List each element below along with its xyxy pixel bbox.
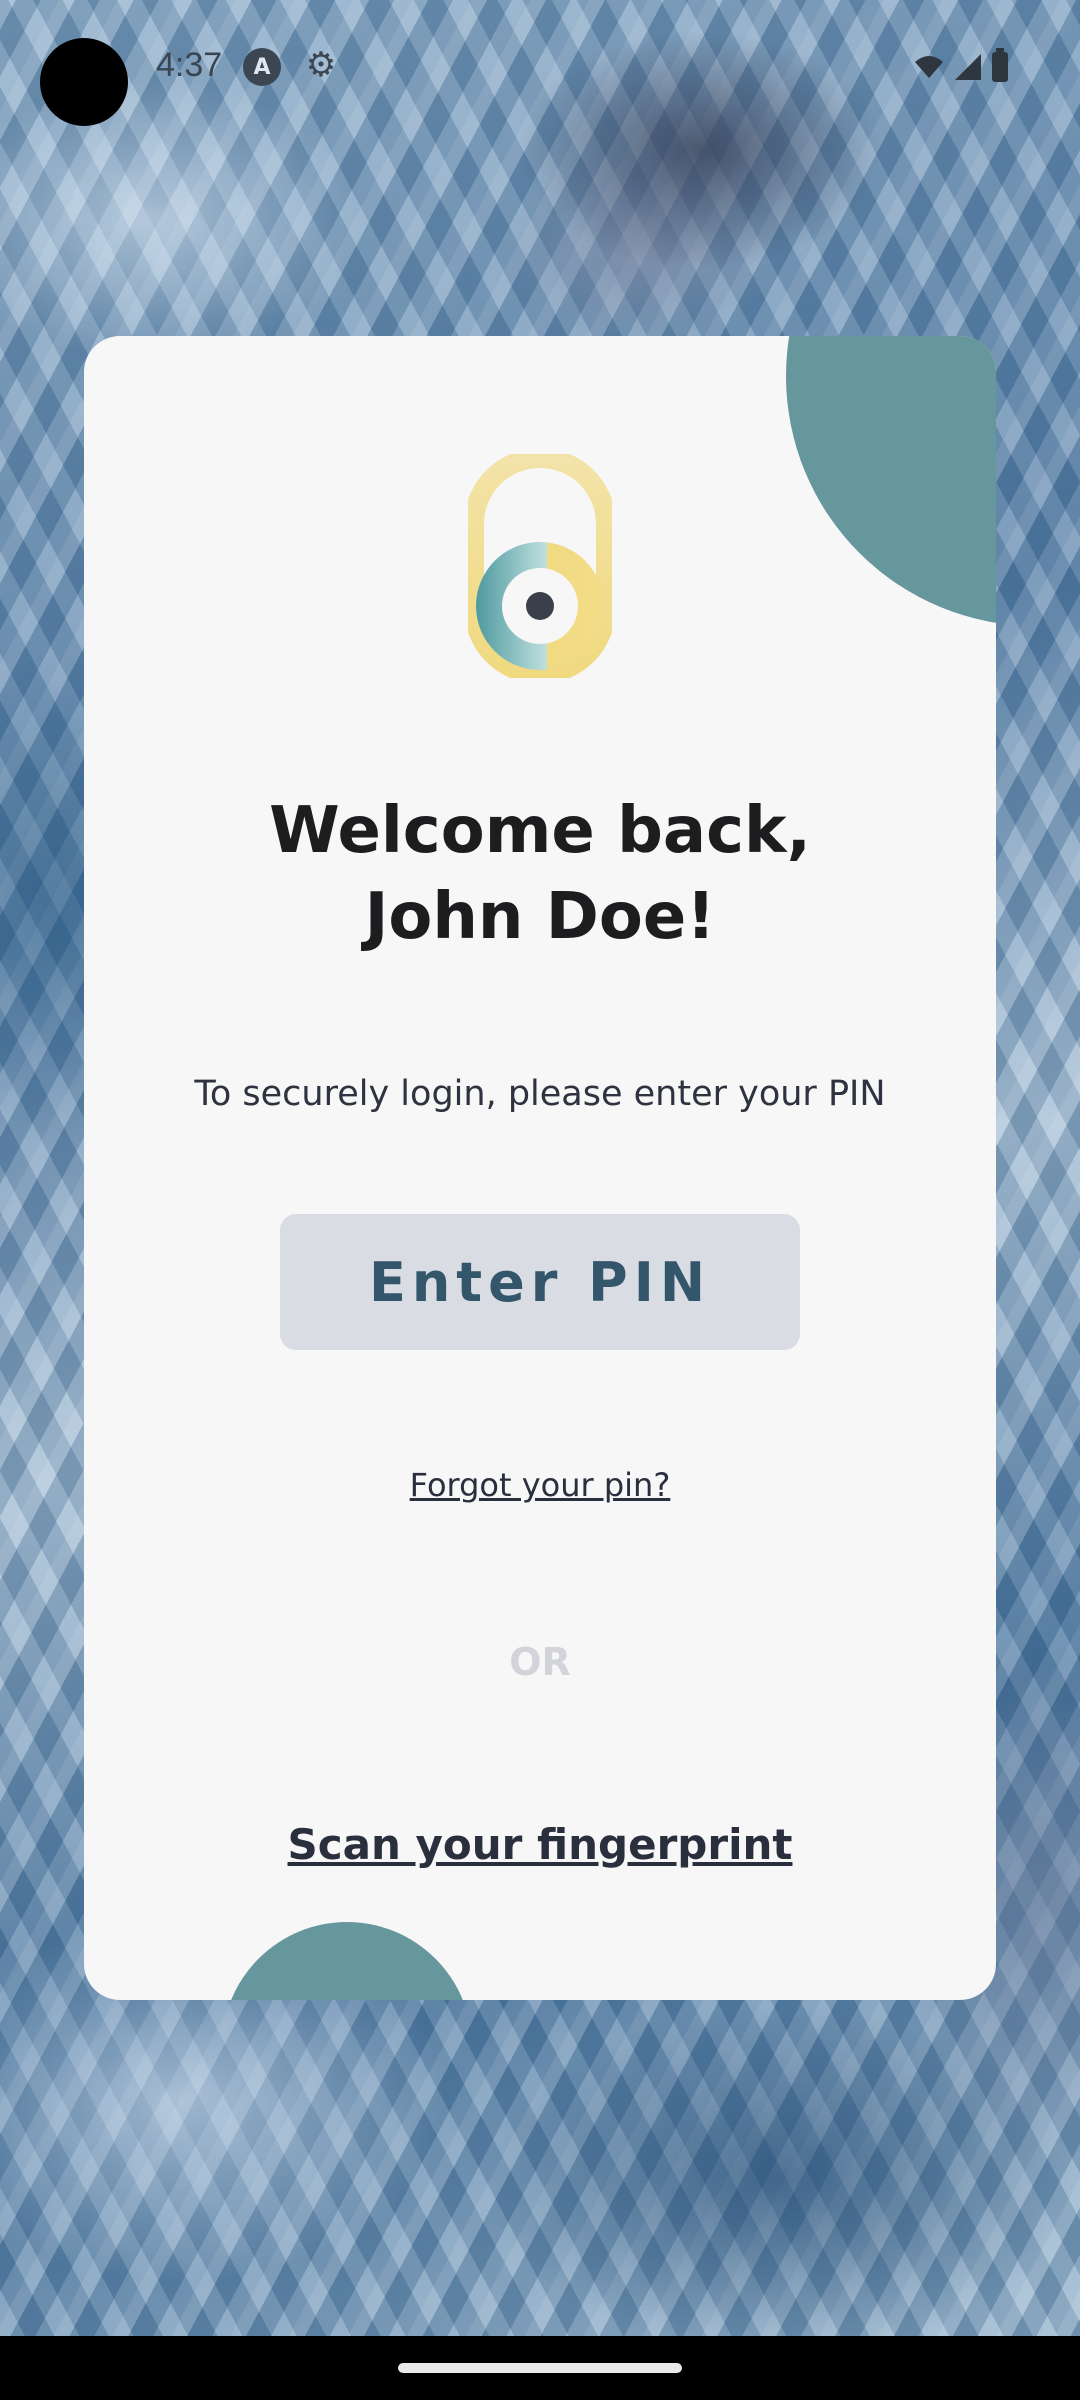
padlock-logo-icon bbox=[468, 454, 612, 678]
gear-icon: ⚙ bbox=[305, 45, 337, 85]
login-instruction: To securely login, please enter your PIN bbox=[194, 1074, 886, 1114]
decorative-blob-top bbox=[786, 336, 996, 626]
enter-pin-button[interactable]: Enter PIN bbox=[280, 1214, 800, 1350]
home-gesture-handle[interactable] bbox=[398, 2363, 682, 2373]
camera-cutout bbox=[40, 38, 128, 126]
login-card: Welcome back, John Doe! To securely logi… bbox=[84, 336, 996, 2000]
wifi-icon bbox=[915, 56, 943, 78]
welcome-title: Welcome back, John Doe! bbox=[269, 794, 811, 954]
status-right-icons bbox=[914, 48, 1008, 82]
signal-icon bbox=[955, 54, 981, 80]
battery-icon bbox=[992, 48, 1008, 82]
or-divider: OR bbox=[509, 1640, 571, 1684]
status-bar: 4:37 A ⚙ bbox=[0, 0, 1080, 134]
forgot-pin-link[interactable]: Forgot your pin? bbox=[84, 1466, 996, 1504]
a-notification-icon: A bbox=[243, 48, 281, 86]
scan-fingerprint-link[interactable]: Scan your fingerprint bbox=[84, 1820, 996, 1869]
decorative-blob-bottom bbox=[222, 1922, 472, 2000]
status-time: 4:37 bbox=[156, 46, 223, 84]
